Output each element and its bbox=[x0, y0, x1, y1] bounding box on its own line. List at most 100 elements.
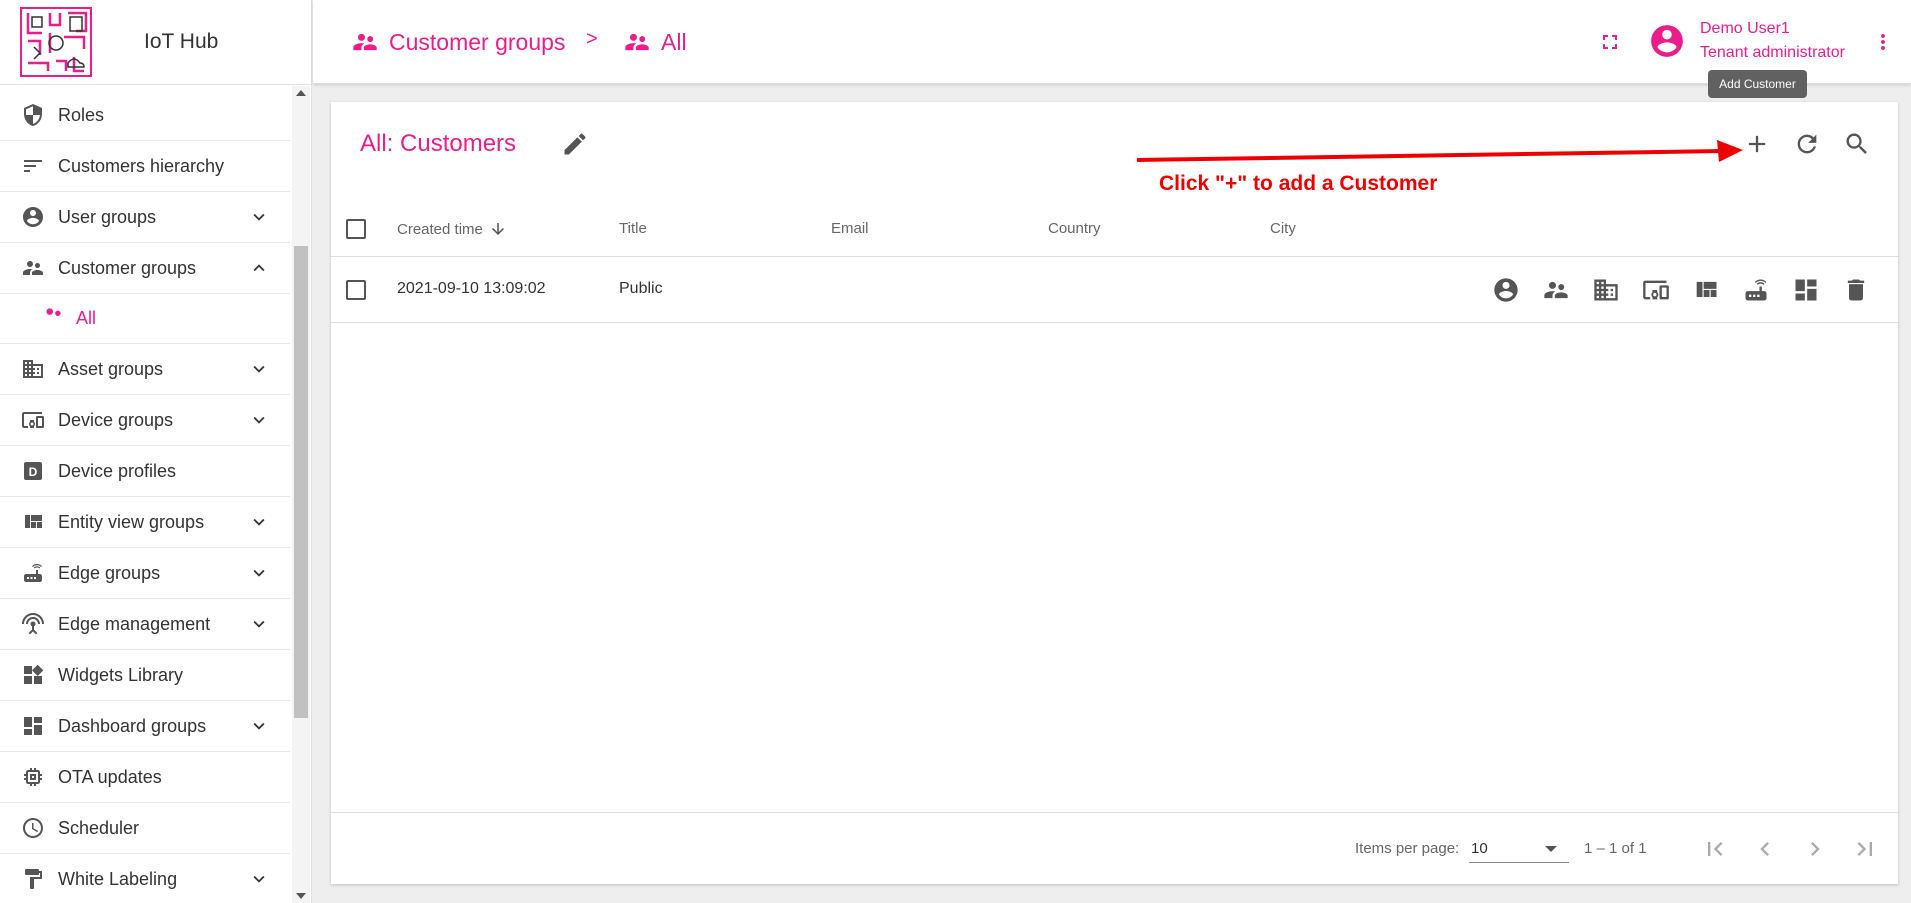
supervisor-account-icon[interactable] bbox=[1542, 276, 1570, 304]
sidebar-item-scheduler[interactable]: Scheduler bbox=[0, 803, 290, 854]
breadcrumb-customer-groups[interactable]: Customer groups bbox=[351, 28, 565, 56]
view-quilt-icon bbox=[20, 509, 46, 535]
widgets-icon bbox=[20, 662, 46, 688]
router-icon[interactable] bbox=[1742, 276, 1770, 304]
annotation-text: Click "+" to add a Customer bbox=[1159, 172, 1438, 195]
sidebar-item-label: Roles bbox=[58, 104, 105, 125]
table-header: Created time Title Email Country City bbox=[331, 202, 1898, 257]
items-per-page-value: 10 bbox=[1471, 840, 1488, 857]
sidebar-item-label: User groups bbox=[58, 206, 157, 227]
sidebar-item-ota-updates[interactable]: OTA updates bbox=[0, 752, 290, 803]
user-name[interactable]: Demo User1 bbox=[1700, 20, 1790, 38]
supervisor-account-icon bbox=[625, 33, 649, 51]
last-page-icon[interactable] bbox=[1851, 835, 1879, 863]
dropdown-arrow-icon bbox=[1545, 846, 1557, 852]
add-customer-tooltip: Add Customer bbox=[1708, 70, 1807, 98]
refresh-icon[interactable] bbox=[1793, 130, 1821, 158]
user-avatar-icon[interactable] bbox=[1648, 22, 1686, 60]
chevron-down-icon[interactable] bbox=[248, 511, 270, 533]
table-paginator: Items per page: 10 1 – 1 of 1 bbox=[331, 812, 1898, 884]
device-profile-icon: D bbox=[20, 458, 46, 484]
chevron-down-icon[interactable] bbox=[248, 715, 270, 737]
dashboard-icon bbox=[20, 713, 46, 739]
app-logo[interactable] bbox=[20, 7, 92, 77]
fullscreen-icon[interactable] bbox=[1598, 30, 1622, 54]
items-per-page-label: Items per page: bbox=[1355, 840, 1460, 857]
edit-icon[interactable] bbox=[561, 130, 589, 158]
breadcrumb-label: Customer groups bbox=[389, 28, 566, 55]
scroll-down-arrow-icon[interactable] bbox=[296, 893, 306, 899]
sidebar-item-label: Dashboard groups bbox=[58, 715, 207, 736]
sidebar-item-label: Customers hierarchy bbox=[58, 155, 225, 176]
sidebar-item-all[interactable]: All bbox=[0, 294, 290, 344]
sidebar-item-white-labeling[interactable]: White Labeling bbox=[0, 854, 290, 903]
dashboard-icon[interactable] bbox=[1792, 276, 1820, 304]
delete-icon[interactable] bbox=[1842, 276, 1870, 304]
sidebar-item-label: Edge management bbox=[58, 613, 211, 634]
chevron-down-icon[interactable] bbox=[248, 613, 270, 635]
chevron-down-icon[interactable] bbox=[248, 358, 270, 380]
card-title: All: Customers bbox=[360, 130, 517, 157]
breadcrumb-all[interactable]: All bbox=[623, 28, 687, 56]
add-icon[interactable] bbox=[1743, 130, 1771, 158]
supervisor-account-icon bbox=[20, 255, 46, 281]
column-country[interactable]: Country bbox=[1048, 220, 1101, 237]
devices-other-icon bbox=[20, 407, 46, 433]
range-label: 1 – 1 of 1 bbox=[1584, 840, 1647, 857]
more-vert-icon[interactable] bbox=[1871, 30, 1895, 54]
domain-icon[interactable] bbox=[1592, 276, 1620, 304]
sidebar-item-customer-groups[interactable]: Customer groups bbox=[0, 243, 290, 294]
sidebar-item-edge-management[interactable]: Edge management bbox=[0, 599, 290, 650]
sidebar-item-label: All bbox=[76, 308, 97, 328]
sidebar-item-label: Scheduler bbox=[58, 817, 140, 838]
first-page-icon[interactable] bbox=[1701, 835, 1729, 863]
chevron-down-icon[interactable] bbox=[248, 868, 270, 890]
sidebar-item-user-groups[interactable]: User groups bbox=[0, 192, 290, 243]
previous-page-icon[interactable] bbox=[1751, 835, 1779, 863]
sidebar-item-widgets-library[interactable]: Widgets Library bbox=[0, 650, 290, 701]
chevron-up-icon[interactable] bbox=[248, 257, 270, 279]
select-all-checkbox[interactable] bbox=[346, 219, 366, 239]
sidebar-item-device-profiles[interactable]: D Device profiles bbox=[0, 446, 290, 497]
arrow-down-icon bbox=[491, 223, 504, 235]
sidebar-item-device-groups[interactable]: Device groups bbox=[0, 395, 290, 446]
sidebar-nav: Roles Customers hierarchy User groups Cu… bbox=[0, 90, 290, 903]
account-circle-icon[interactable] bbox=[1492, 276, 1520, 304]
column-title[interactable]: Title bbox=[619, 220, 647, 237]
sidebar-item-entity-view-groups[interactable]: Entity view groups bbox=[0, 497, 290, 548]
sidebar-item-dashboard-groups[interactable]: Dashboard groups bbox=[0, 701, 290, 752]
sidebar-scrollbar[interactable] bbox=[292, 86, 310, 903]
sidebar-item-label: Customer groups bbox=[58, 257, 197, 278]
cell-title: Public bbox=[619, 280, 663, 297]
devices-other-icon[interactable] bbox=[1642, 276, 1670, 304]
cell-created-time: 2021-09-10 13:09:02 bbox=[397, 280, 546, 297]
column-city[interactable]: City bbox=[1270, 220, 1296, 237]
top-header: Customer groups > All Demo User1 Tenant … bbox=[313, 0, 1911, 84]
row-checkbox[interactable] bbox=[346, 280, 366, 300]
supervisor-account-icon bbox=[40, 303, 66, 334]
sidebar-item-edge-groups[interactable]: Edge groups bbox=[0, 548, 290, 599]
column-label: Created time bbox=[397, 220, 483, 238]
view-quilt-icon[interactable] bbox=[1692, 276, 1720, 304]
sidebar-item-asset-groups[interactable]: Asset groups bbox=[0, 344, 290, 395]
column-email[interactable]: Email bbox=[831, 220, 869, 237]
scroll-up-arrow-icon[interactable] bbox=[296, 90, 306, 96]
chevron-down-icon[interactable] bbox=[248, 409, 270, 431]
column-created-time[interactable]: Created time bbox=[397, 220, 507, 238]
breadcrumb-separator: > bbox=[586, 28, 598, 50]
search-icon[interactable] bbox=[1843, 130, 1871, 158]
chevron-down-icon[interactable] bbox=[248, 206, 270, 228]
items-per-page-select[interactable]: 10 bbox=[1469, 833, 1569, 863]
supervisor-account-icon bbox=[353, 33, 377, 51]
scroll-thumb[interactable] bbox=[294, 246, 308, 718]
chevron-down-icon[interactable] bbox=[248, 562, 270, 584]
app-name: IoT Hub bbox=[144, 30, 219, 53]
next-page-icon[interactable] bbox=[1801, 835, 1829, 863]
sort-lines-icon bbox=[20, 153, 46, 179]
account-circle-icon bbox=[20, 204, 46, 230]
schedule-icon bbox=[20, 815, 46, 841]
sidebar-item-roles[interactable]: Roles bbox=[0, 90, 290, 141]
sidebar-item-customers-hierarchy[interactable]: Customers hierarchy bbox=[0, 141, 290, 192]
table-row[interactable]: 2021-09-10 13:09:02 Public bbox=[331, 257, 1898, 323]
breadcrumb-label: All bbox=[661, 28, 687, 55]
